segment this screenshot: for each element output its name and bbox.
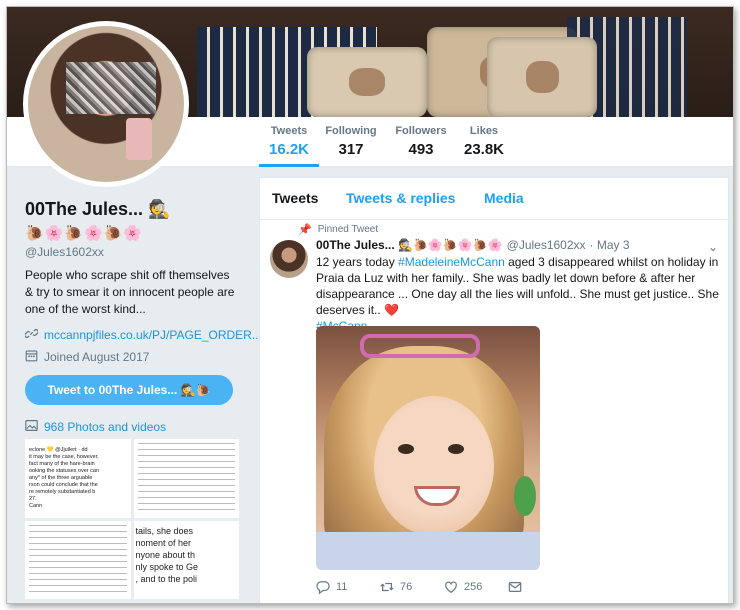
like-button[interactable]: 256 [444, 580, 508, 594]
retweet-icon [380, 582, 394, 592]
stat-label: Following [325, 125, 377, 137]
photo-eye [448, 444, 464, 454]
media-thumbnail[interactable] [25, 520, 131, 599]
tweet-header: 00The Jules... 🕵️🐌🌸🐌🌸🐌🌸 @Jules1602xx · M… [316, 238, 726, 252]
thumbnail-text: eclone 💛 @Jjullert · dd it may be the ca… [29, 447, 100, 509]
profile-joined-date: Joined August 2017 [44, 350, 150, 364]
pinned-tweet-label: 📌 Pinned Tweet [298, 223, 378, 236]
image-icon [25, 419, 38, 435]
profile-handle[interactable]: @Jules1602xx [25, 245, 104, 259]
tweet-date[interactable]: · May 3 [590, 238, 630, 252]
tab-tweets-and-replies[interactable]: Tweets & replies [346, 190, 455, 206]
media-thumbnails: eclone 💛 @Jjullert · dd it may be the ca… [25, 439, 239, 599]
profile-name[interactable]: 00The Jules... 🕵️ [25, 199, 170, 220]
direct-message-button[interactable] [508, 580, 572, 594]
link-icon [24, 327, 39, 343]
stat-value: 317 [338, 141, 364, 158]
stat-label: Followers [395, 125, 447, 137]
photo-toy [514, 476, 536, 516]
tweet-photo[interactable] [316, 326, 540, 570]
tweet-actions: 11 76 256 [316, 580, 572, 594]
chevron-down-icon[interactable]: ⌄ [708, 240, 718, 254]
reply-button[interactable]: 11 [316, 580, 380, 594]
pin-icon: 📌 [298, 224, 312, 236]
stat-followers[interactable]: Followers 493 [389, 125, 453, 158]
thumbnail-text: tails, she does noment of her nyone abou… [135, 525, 199, 584]
hashtag-link[interactable]: #MadeleineMcCann [398, 255, 505, 269]
like-count: 256 [464, 581, 483, 593]
calendar-icon [25, 349, 38, 365]
pinned-label-text: Pinned Tweet [317, 224, 379, 235]
profile-joined-row: Joined August 2017 [25, 349, 149, 365]
stat-value: 16.2K [268, 141, 310, 158]
photos-videos-link[interactable]: 968 Photos and videos [25, 419, 166, 435]
tweet-author-handle[interactable]: @Jules1602xx [507, 238, 586, 252]
media-thumbnail[interactable]: tails, she does noment of her nyone abou… [133, 520, 239, 599]
profile-avatar[interactable] [23, 21, 189, 187]
stat-tweets[interactable]: Tweets 16.2K [259, 125, 319, 167]
stat-label: Tweets [270, 125, 308, 137]
profile-bio: People who scrape shit off themselves & … [25, 268, 235, 316]
reply-count: 11 [336, 581, 348, 593]
stat-likes[interactable]: Likes 23.8K [459, 125, 509, 158]
profile-link-row: mccannpjfiles.co.uk/PJ/PAGE_ORDER.... [24, 327, 265, 343]
thumbnail-lines [29, 524, 127, 595]
profile-emoji-row: 🐌🌸🐌🌸🐌🌸 [25, 225, 144, 242]
reply-icon [316, 581, 330, 594]
timeline: Tweets Tweets & replies Media 📌 Pinned T… [259, 177, 730, 603]
stat-value: 493 [408, 141, 434, 158]
timeline-tabs: Tweets Tweets & replies Media [260, 178, 730, 220]
tweet-text: 12 years today #MadeleineMcCann aged 3 d… [316, 254, 720, 334]
retweet-count: 76 [400, 581, 413, 593]
tab-tweets[interactable]: Tweets [272, 190, 318, 206]
avatar-image [28, 26, 184, 182]
media-thumbnail[interactable]: eclone 💛 @Jjullert · dd it may be the ca… [25, 439, 131, 518]
media-thumbnail[interactable] [133, 439, 239, 518]
photo-face [374, 396, 494, 536]
profile-website-link[interactable]: mccannpjfiles.co.uk/PJ/PAGE_ORDER.... [44, 328, 265, 342]
tab-media[interactable]: Media [484, 190, 524, 206]
profile-sidebar: 00The Jules... 🕵️ 🐌🌸🐌🌸🐌🌸 @Jules1602xx Pe… [7, 167, 265, 603]
photo-sunglasses [360, 334, 480, 358]
censor-blur [66, 62, 156, 114]
photo-shirt [316, 532, 540, 570]
photo-eye [398, 444, 414, 454]
heart-icon [445, 581, 457, 593]
stat-value: 23.8K [463, 141, 505, 158]
twitter-profile-window: Tweets 16.2K Following 317 Followers 493… [6, 6, 734, 604]
envelope-icon [508, 582, 522, 592]
retweet-button[interactable]: 76 [380, 580, 444, 594]
tweet-avatar[interactable] [270, 240, 308, 278]
photos-videos-label: 968 Photos and videos [44, 420, 167, 434]
phone-in-photo [126, 118, 152, 160]
tweet-author-name[interactable]: 00The Jules... 🕵️🐌🌸🐌🌸🐌🌸 [316, 238, 503, 252]
thumbnail-lines [137, 443, 235, 514]
tweet-to-button[interactable]: Tweet to 00The Jules... 🕵️🐌 [25, 375, 233, 405]
tweet-text-part: 12 years today [316, 255, 399, 269]
stat-label: Likes [469, 125, 499, 137]
stat-following[interactable]: Following 317 [319, 125, 383, 158]
